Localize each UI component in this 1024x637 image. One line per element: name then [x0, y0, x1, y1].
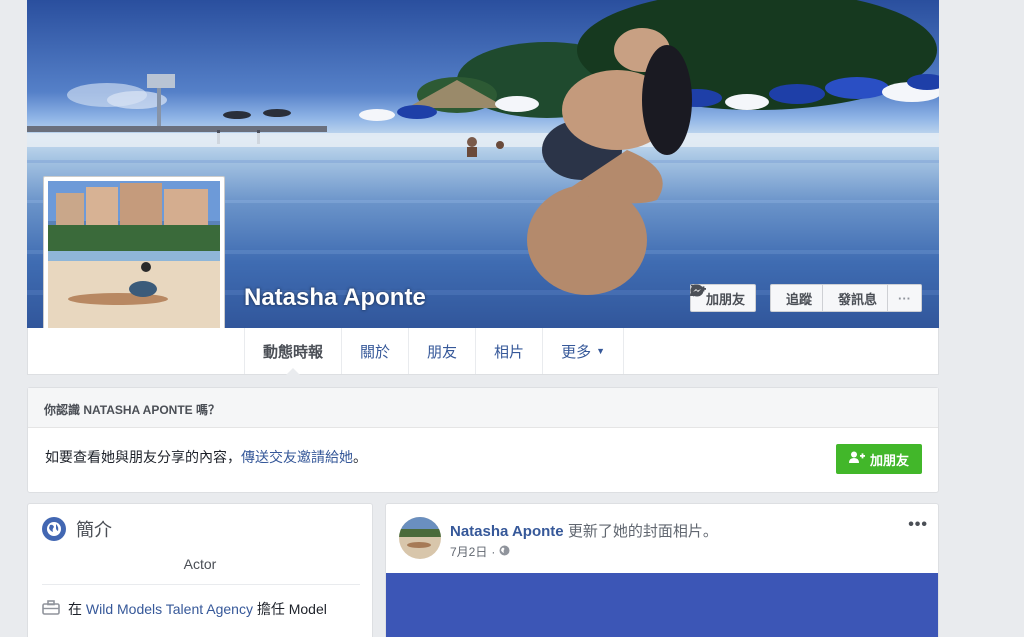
post-author-avatar[interactable]: [399, 517, 441, 559]
message-label: 發訊息: [837, 291, 877, 307]
tab-timeline[interactable]: 動態時報: [244, 328, 341, 375]
profile-name[interactable]: Natasha Aponte: [244, 284, 426, 312]
post-action-text: 更新了她的封面相片。: [567, 523, 718, 540]
add-friend-green-label: 加朋友: [869, 452, 909, 468]
post-meta: 7月2日 ·: [450, 543, 510, 560]
tab-friends[interactable]: 朋友: [408, 328, 475, 374]
know-user-title: 你認識 NATASHA APONTE 嗎？: [28, 388, 938, 428]
know-user-box: 你認識 NATASHA APONTE 嗎？ 如要查看她與朋友分享的內容，傳送交友…: [27, 387, 939, 493]
tab-more-label: 更多: [561, 343, 592, 361]
timeline-post: Natasha Aponte 更新了她的封面相片。 7月2日 · •••: [385, 503, 939, 637]
globe-icon: [42, 517, 66, 541]
profile-tabs: 動態時報 關於 朋友 相片 更多 ▼: [244, 328, 624, 375]
profile-nav-bar: 動態時報 關於 朋友 相片 更多 ▼: [27, 328, 939, 375]
post-options-button[interactable]: •••: [908, 516, 928, 534]
add-friend-label: 加朋友: [705, 291, 745, 307]
post-author-name[interactable]: Natasha Aponte: [450, 523, 564, 540]
know-text-prefix: 如要查看她與朋友分享的內容，: [45, 449, 241, 465]
know-user-text: 如要查看她與朋友分享的內容，傳送交友邀請給她。: [28, 428, 938, 467]
add-friend-green-button[interactable]: 加朋友: [835, 444, 922, 474]
work-prefix: 在: [68, 601, 82, 617]
action-group: 追蹤 發訊息 ···: [690, 284, 922, 312]
caret-down-icon: ▼: [596, 346, 605, 356]
briefcase-icon: [42, 600, 60, 618]
more-actions-button[interactable]: ···: [888, 284, 922, 312]
follow-button[interactable]: 追蹤: [690, 284, 823, 312]
post-headline: Natasha Aponte 更新了她的封面相片。: [450, 520, 718, 541]
message-button[interactable]: 發訊息: [690, 284, 888, 312]
intro-work-item: 在 Wild Models Talent Agency 擔任 Model: [28, 585, 372, 619]
tab-photos[interactable]: 相片: [475, 328, 542, 374]
more-dots-icon: ···: [898, 290, 911, 306]
know-text-suffix: 。: [353, 449, 367, 465]
intro-header: 簡介: [28, 504, 372, 542]
tab-about[interactable]: 關於: [341, 328, 408, 374]
add-friend-icon: [848, 451, 865, 467]
public-globe-icon: [499, 545, 510, 559]
send-friend-request-link[interactable]: 傳送交友邀請給她: [241, 449, 353, 465]
work-company-link[interactable]: Wild Models Talent Agency: [86, 601, 253, 617]
cover-actions: 加朋友 追蹤 發訊息 ···: [689, 284, 922, 312]
intro-occupation: Actor: [183, 556, 217, 572]
tab-more[interactable]: 更多 ▼: [542, 328, 624, 374]
intro-card: 簡介 Actor 在 Wild Models Talent Agency 擔任 …: [27, 503, 373, 637]
post-cover-image[interactable]: [386, 573, 938, 637]
intro-title: 簡介: [76, 520, 112, 540]
follow-label: 追蹤: [785, 291, 812, 307]
meta-separator: ·: [491, 544, 496, 559]
work-suffix: 擔任 Model: [256, 601, 327, 617]
post-date[interactable]: 7月2日: [450, 543, 487, 560]
